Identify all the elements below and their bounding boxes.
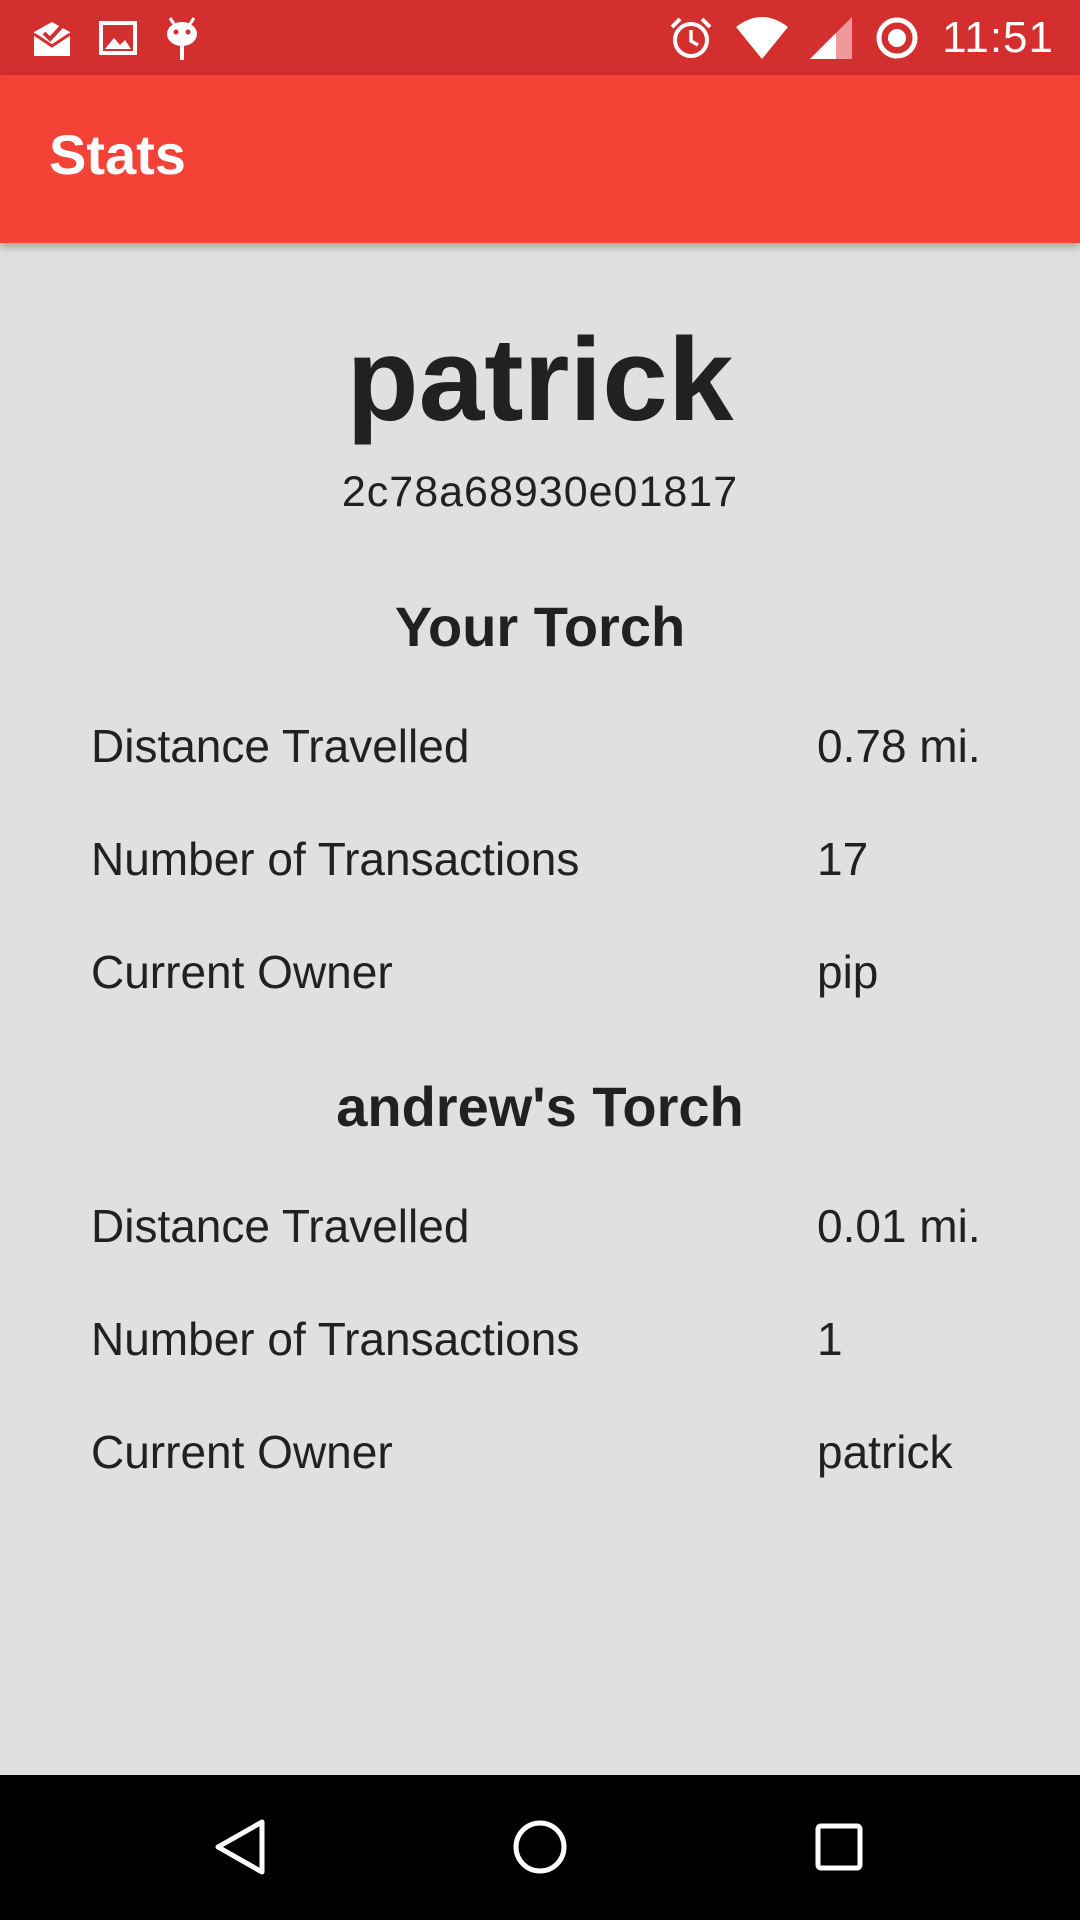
- section-title-your-torch: Your Torch: [394, 595, 686, 658]
- stat-row-distance: Distance Travelled 0.78 mi.: [0, 716, 1080, 776]
- status-bar: 11:51: [0, 0, 1080, 75]
- stat-row-current-owner: Current Owner pip: [0, 942, 1080, 1002]
- recents-icon: [815, 1823, 863, 1871]
- android-debug-icon: [167, 17, 197, 60]
- stat-label: Current Owner: [91, 1426, 393, 1478]
- stat-row-transactions: Number of Transactions 17: [0, 829, 1080, 889]
- stat-value: 0.01 mi.: [817, 1200, 981, 1252]
- stats-screen: 11:51 Stats patrick 2c78a68930e01817 You…: [0, 0, 1080, 1920]
- user-id: 2c78a68930e01817: [341, 468, 739, 516]
- wifi-icon: [736, 17, 789, 59]
- stat-value: patrick: [817, 1426, 953, 1478]
- stat-row-transactions: Number of Transactions 1: [0, 1309, 1080, 1369]
- navigation-bar: [0, 1775, 1080, 1920]
- cell-signal-icon: [810, 17, 853, 59]
- stats-content: patrick 2c78a68930e01817 Your Torch Dist…: [0, 243, 1080, 1775]
- section-title-andrews-torch: andrew's Torch: [336, 1075, 744, 1138]
- app-bar: Stats: [0, 75, 1080, 243]
- image-icon: [99, 21, 137, 55]
- stat-label: Number of Transactions: [91, 833, 580, 885]
- stat-value: pip: [817, 946, 879, 998]
- alarm-icon: [670, 17, 712, 58]
- stat-row-current-owner: Current Owner patrick: [0, 1422, 1080, 1482]
- stat-row-distance: Distance Travelled 0.01 mi.: [0, 1196, 1080, 1256]
- home-icon: [513, 1820, 567, 1874]
- stat-label: Current Owner: [91, 946, 393, 998]
- stat-label: Number of Transactions: [91, 1313, 580, 1365]
- notification-icons: [30, 14, 202, 62]
- stat-value: 1: [817, 1313, 843, 1365]
- sync-ring-icon: [876, 17, 918, 59]
- back-icon: [215, 1819, 265, 1875]
- home-button[interactable]: [504, 1811, 576, 1883]
- status-time: 11:51: [942, 13, 1054, 62]
- page-title: Stats: [49, 123, 186, 186]
- stat-label: Distance Travelled: [91, 720, 470, 772]
- system-icons: 11:51: [668, 10, 1054, 66]
- user-name: patrick: [346, 314, 734, 446]
- stat-value: 17: [817, 833, 869, 885]
- mail-check-icon: [33, 22, 71, 56]
- stat-label: Distance Travelled: [91, 1200, 470, 1252]
- recents-button[interactable]: [803, 1811, 875, 1883]
- back-button[interactable]: [204, 1811, 276, 1883]
- stat-value: 0.78 mi.: [817, 720, 981, 772]
